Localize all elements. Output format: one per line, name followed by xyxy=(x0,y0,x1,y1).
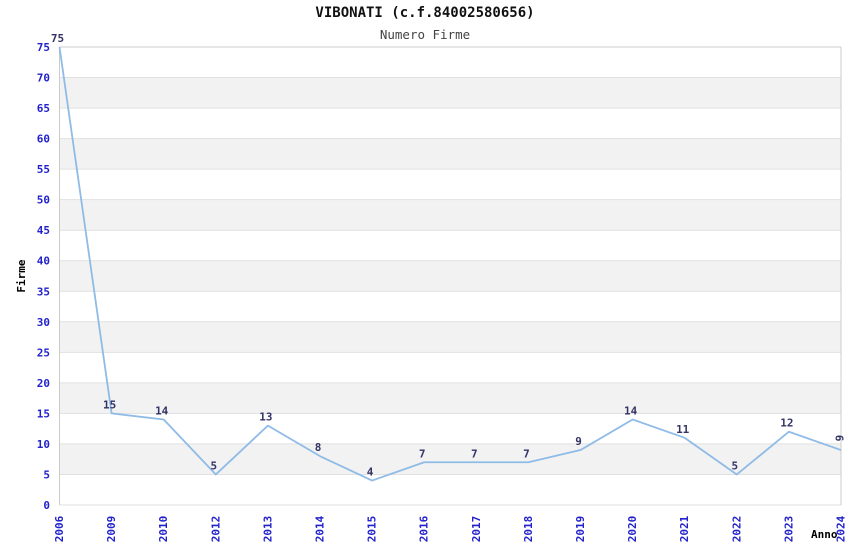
x-tick-label: 2015 xyxy=(366,516,379,543)
x-tick-label: 2017 xyxy=(470,516,483,543)
x-tick-label: 2020 xyxy=(626,516,639,543)
x-tick-label: 2013 xyxy=(261,516,274,543)
y-tick-label: 50 xyxy=(37,194,50,207)
y-tick-label: 15 xyxy=(37,407,50,420)
x-tick-label: 2022 xyxy=(730,516,743,543)
y-tick-label: 0 xyxy=(43,499,50,512)
x-tick-label: 2006 xyxy=(53,515,66,542)
y-tick-label: 20 xyxy=(37,377,50,390)
plot-band xyxy=(59,199,841,231)
y-tick-label: 70 xyxy=(37,72,50,85)
x-tick-label: 2016 xyxy=(418,515,431,542)
y-tick-label: 10 xyxy=(37,438,50,451)
plot-band xyxy=(59,321,841,353)
y-tick-label: 75 xyxy=(37,41,50,54)
band-layer xyxy=(59,77,841,475)
plot-band xyxy=(59,77,841,109)
data-point-label: 9 xyxy=(575,435,582,448)
y-tick-label: 60 xyxy=(37,133,50,146)
data-point-label: 12 xyxy=(780,417,793,430)
y-tick-label: 65 xyxy=(37,102,50,115)
y-tick-label: 40 xyxy=(37,255,50,268)
x-axis-title: Anno xyxy=(811,528,838,541)
plot-band xyxy=(59,382,841,414)
y-tick-label: 55 xyxy=(37,163,50,176)
x-tick-label: 2010 xyxy=(157,516,170,543)
y-tick-label: 30 xyxy=(37,316,50,329)
plot-band xyxy=(59,138,841,170)
data-point-label: 15 xyxy=(103,398,116,411)
x-tick-label: 2018 xyxy=(522,516,535,543)
data-point-label: 7 xyxy=(419,447,426,460)
y-axis-title: Firme xyxy=(15,259,28,292)
y-tick-label: 5 xyxy=(43,468,50,481)
data-point-label: 14 xyxy=(624,405,638,418)
data-point-label: 8 xyxy=(315,441,322,454)
data-point-label: 4 xyxy=(367,466,374,479)
data-point-label: 7 xyxy=(471,447,478,460)
data-point-label: 5 xyxy=(731,459,738,472)
x-tick-label: 2023 xyxy=(782,516,795,543)
data-point-label: 5 xyxy=(210,459,217,472)
y-tick-label: 45 xyxy=(37,224,50,237)
data-point-label: 75 xyxy=(51,32,64,45)
x-tick-label: 2012 xyxy=(209,516,222,543)
data-point-label: 13 xyxy=(259,411,272,424)
x-tick-label: 2014 xyxy=(314,515,327,542)
y-tick-label: 25 xyxy=(37,346,50,359)
data-point-label: 11 xyxy=(676,423,690,436)
line-chart: 75 15 14 5 13 8 4 7 7 7 9 14 11 5 12 9 0 5 10 15 20 25 30 35 40… xyxy=(15,32,848,543)
data-point-label: 9 xyxy=(834,435,847,442)
data-point-label: 14 xyxy=(155,405,169,418)
plot-band xyxy=(59,443,841,475)
plot-band xyxy=(59,260,841,292)
data-point-label: 7 xyxy=(523,447,530,460)
x-tick-label: 2021 xyxy=(678,515,691,542)
x-tick-label: 2009 xyxy=(105,516,118,543)
x-tick-label: 2019 xyxy=(574,516,587,543)
y-tick-label: 35 xyxy=(37,285,50,298)
